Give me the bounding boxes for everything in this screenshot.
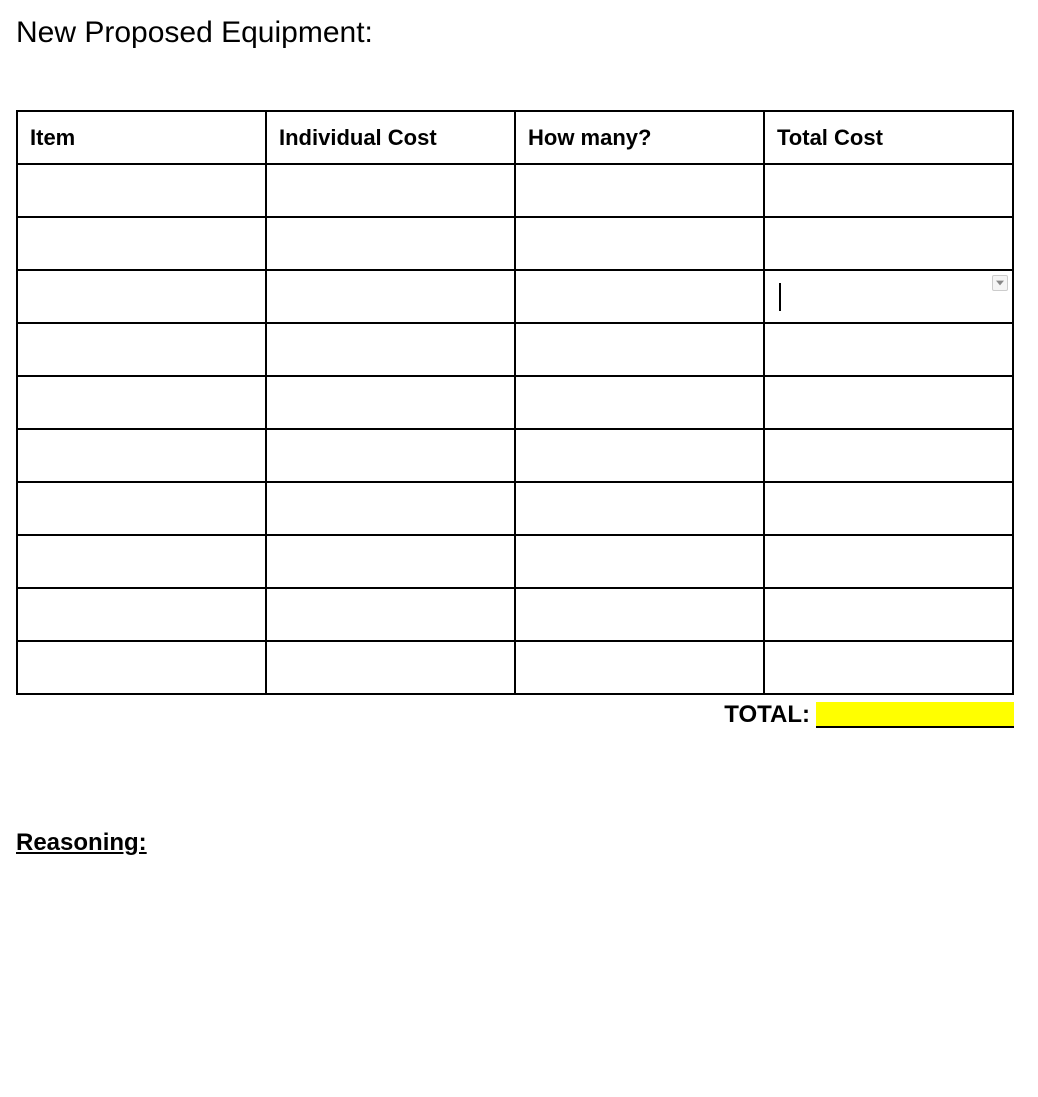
cell-quantity[interactable] bbox=[515, 535, 764, 588]
table-row bbox=[17, 429, 1013, 482]
text-cursor-icon bbox=[779, 283, 781, 311]
table-body bbox=[17, 164, 1013, 694]
cell-item[interactable] bbox=[17, 429, 266, 482]
total-label: TOTAL: bbox=[724, 701, 810, 729]
cell-individual-cost[interactable] bbox=[266, 376, 515, 429]
cell-item[interactable] bbox=[17, 164, 266, 217]
table-row bbox=[17, 323, 1013, 376]
cell-quantity[interactable] bbox=[515, 323, 764, 376]
cell-individual-cost[interactable] bbox=[266, 164, 515, 217]
header-quantity: How many? bbox=[515, 111, 764, 164]
cell-individual-cost[interactable] bbox=[266, 535, 515, 588]
cell-quantity[interactable] bbox=[515, 429, 764, 482]
cell-item[interactable] bbox=[17, 217, 266, 270]
cell-item[interactable] bbox=[17, 323, 266, 376]
dropdown-icon[interactable] bbox=[992, 275, 1008, 291]
cell-quantity[interactable] bbox=[515, 217, 764, 270]
cell-total-cost[interactable] bbox=[764, 588, 1013, 641]
table-row bbox=[17, 217, 1013, 270]
cell-total-cost[interactable] bbox=[764, 535, 1013, 588]
table-row bbox=[17, 482, 1013, 535]
total-row: TOTAL: bbox=[16, 701, 1014, 729]
cell-quantity[interactable] bbox=[515, 588, 764, 641]
cell-quantity[interactable] bbox=[515, 376, 764, 429]
total-value-blank[interactable] bbox=[816, 702, 1014, 728]
equipment-table: Item Individual Cost How many? Total Cos… bbox=[16, 110, 1014, 695]
header-item: Item bbox=[17, 111, 266, 164]
cell-item[interactable] bbox=[17, 641, 266, 694]
cell-individual-cost[interactable] bbox=[266, 588, 515, 641]
cell-item[interactable] bbox=[17, 588, 266, 641]
cell-individual-cost[interactable] bbox=[266, 641, 515, 694]
header-total-cost: Total Cost bbox=[764, 111, 1013, 164]
cell-total-cost[interactable] bbox=[764, 482, 1013, 535]
cell-item[interactable] bbox=[17, 535, 266, 588]
table-row bbox=[17, 164, 1013, 217]
table-row bbox=[17, 535, 1013, 588]
cell-total-cost[interactable] bbox=[764, 429, 1013, 482]
cell-individual-cost[interactable] bbox=[266, 217, 515, 270]
cell-total-cost[interactable] bbox=[764, 323, 1013, 376]
cell-quantity[interactable] bbox=[515, 482, 764, 535]
cell-total-cost[interactable] bbox=[764, 641, 1013, 694]
header-individual-cost: Individual Cost bbox=[266, 111, 515, 164]
cell-individual-cost[interactable] bbox=[266, 482, 515, 535]
table-row bbox=[17, 270, 1013, 323]
page-title: New Proposed Equipment: bbox=[16, 16, 1022, 50]
cell-quantity[interactable] bbox=[515, 164, 764, 217]
cell-total-cost-active[interactable] bbox=[764, 270, 1013, 323]
reasoning-heading: Reasoning: bbox=[16, 829, 1022, 857]
cell-individual-cost[interactable] bbox=[266, 429, 515, 482]
cell-individual-cost[interactable] bbox=[266, 270, 515, 323]
table-row bbox=[17, 588, 1013, 641]
table-header-row: Item Individual Cost How many? Total Cos… bbox=[17, 111, 1013, 164]
table-row bbox=[17, 376, 1013, 429]
cell-item[interactable] bbox=[17, 482, 266, 535]
cell-item[interactable] bbox=[17, 376, 266, 429]
cell-item[interactable] bbox=[17, 270, 266, 323]
table-row bbox=[17, 641, 1013, 694]
cell-total-cost[interactable] bbox=[764, 164, 1013, 217]
cell-quantity[interactable] bbox=[515, 641, 764, 694]
cell-total-cost[interactable] bbox=[764, 217, 1013, 270]
cell-individual-cost[interactable] bbox=[266, 323, 515, 376]
cell-total-cost[interactable] bbox=[764, 376, 1013, 429]
cell-quantity[interactable] bbox=[515, 270, 764, 323]
